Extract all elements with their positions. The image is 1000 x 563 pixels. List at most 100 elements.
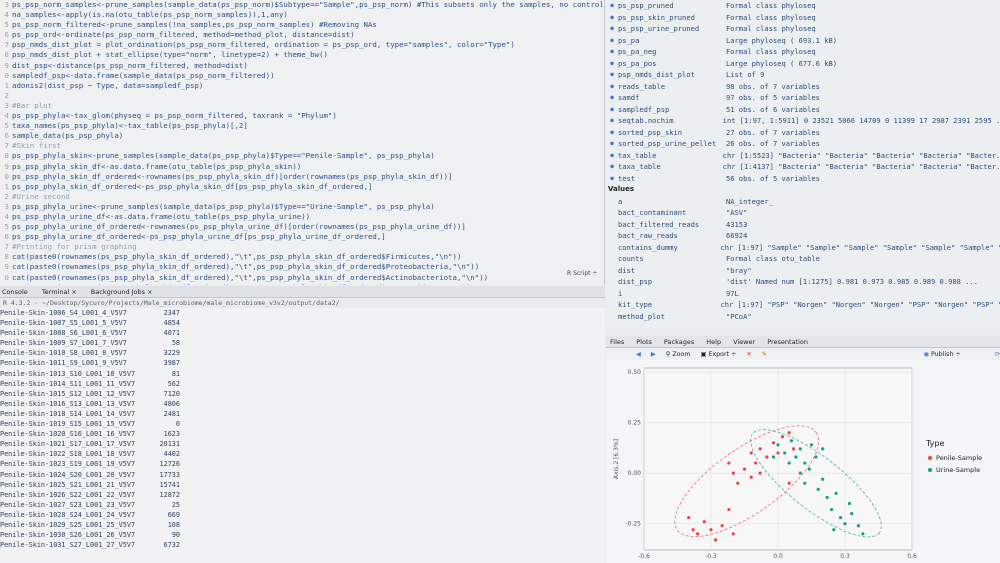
export-button[interactable]: ▣ Export ÷ xyxy=(700,351,736,358)
expand-object-icon[interactable]: ● xyxy=(606,138,618,150)
tab-plots[interactable]: Plots xyxy=(636,338,652,346)
environment-row[interactable]: dist_psp 'dist' Named num [1:1275] 0.981 … xyxy=(606,276,1000,288)
expand-object-icon[interactable]: ● xyxy=(606,69,618,81)
environment-row[interactable]: bact_filtered_reads 43153 xyxy=(606,219,1000,231)
code-line: 6 sample_data(ps_psp_phyla) xyxy=(0,131,604,141)
code-line: 5 ps_psp_norm_filtered<-prune_samples(!na… xyxy=(0,20,604,30)
expand-object-icon[interactable]: ● xyxy=(606,81,618,93)
environment-row[interactable]: i 97L xyxy=(606,288,1000,300)
line-number: 4 xyxy=(4,10,9,20)
back-arrow-icon[interactable]: ◀ xyxy=(636,351,641,358)
expand-object-icon[interactable]: ● xyxy=(606,92,618,104)
expand-object-icon[interactable]: ● xyxy=(606,58,618,70)
sample-count: 3229 xyxy=(163,349,180,358)
tab-help[interactable]: Help xyxy=(706,338,721,346)
environment-row[interactable]: ● taxa_table chr [1:4137] "Bacteria" "Bact… xyxy=(606,161,1000,173)
broom-icon[interactable]: ✎ xyxy=(762,351,767,358)
script-type-label[interactable]: R Script ÷ xyxy=(567,270,597,277)
console-row: Penile-Skin-1019_S15_L001_15_V5V7 0 xyxy=(0,419,605,429)
data-point xyxy=(736,481,740,485)
environment-row[interactable]: ● ps_psp_skin_pruned Formal class phyloseq xyxy=(606,12,1000,24)
refresh-icon[interactable]: ⟳ xyxy=(995,351,1000,358)
environment-row[interactable]: ● samdf 97 obs. of 5 variables xyxy=(606,92,1000,104)
environment-pane: ● ps_psp_pruned Formal class phyloseq ● ps_p… xyxy=(606,0,1000,328)
environment-row[interactable]: kit_type chr [1:97] "PSP" "Norgen" "Norge… xyxy=(606,299,1000,311)
publish-button[interactable]: ◉ Publish ÷ xyxy=(923,351,960,358)
console-row: Penile-Skin-1029_S25_L001_25_V5V7 108 xyxy=(0,520,605,530)
environment-row[interactable]: ● reads_table 98 obs. of 7 variables xyxy=(606,81,1000,93)
environment-row[interactable]: ● ps_pa Large phyloseq ( 693.1 kB) xyxy=(606,35,1000,47)
environment-row[interactable]: ● ps_pa_pos Large phyloseq ( 677.6 kB) xyxy=(606,58,1000,70)
object-value: chr [1:97] "PSP" "Norgen" "Norgen" "Norg… xyxy=(720,300,1000,309)
environment-row[interactable]: ● test 56 obs. of 5 variables xyxy=(606,173,1000,185)
expand-object-icon[interactable]: ● xyxy=(606,0,618,12)
console-row: Penile-Skin-1009_S7_L001_7_V5V7 58 xyxy=(0,338,605,348)
forward-arrow-icon[interactable]: ▶ xyxy=(651,351,656,358)
code-text: ps_psp_phyla_skin<-prune_samples(sample_… xyxy=(12,151,435,161)
zoom-button[interactable]: ⚲ Zoom xyxy=(666,351,691,358)
environment-row[interactable]: dist "bray" xyxy=(606,265,1000,277)
code-line: 2 xyxy=(0,91,604,101)
value-spacer xyxy=(606,196,618,208)
environment-row[interactable]: ● sorted_psp_skin 27 obs. of 7 variables xyxy=(606,127,1000,139)
environment-row[interactable]: a NA_integer_ xyxy=(606,196,1000,208)
expand-object-icon[interactable]: ● xyxy=(606,46,618,58)
environment-row[interactable]: ● ps_pa_neg Formal class phyloseq xyxy=(606,46,1000,58)
environment-row[interactable]: method_plot "PCoA" xyxy=(606,311,1000,323)
code-line: 6 ps_psp_phyla_urine_df_ordered<-ps_psp_p… xyxy=(0,232,604,242)
object-name: psp_nmds_dist_plot xyxy=(618,70,695,79)
tab-presentation[interactable]: Presentation xyxy=(767,338,808,346)
object-value: 66924 xyxy=(726,231,748,240)
environment-row[interactable]: contains_dummy chr [1:97] "Sample" "Sampl… xyxy=(606,242,1000,254)
line-number: 8 xyxy=(4,50,9,60)
environment-row[interactable]: ● ps_psp_urine_pruned Formal class phylose… xyxy=(606,23,1000,35)
expand-object-icon[interactable]: ● xyxy=(606,23,618,35)
tab-packages[interactable]: Packages xyxy=(664,338,694,346)
expand-object-icon[interactable]: ● xyxy=(606,161,618,173)
code-text: ps_psp_phyla_urine_df<-as.data.frame(otu… xyxy=(12,211,311,221)
tab-terminal[interactable]: Terminal × xyxy=(42,288,77,296)
tab-background-jobs[interactable]: Background Jobs × xyxy=(91,288,153,296)
console-row: Penile-Skin-1015_S12_L001_12_V5V7 7120 xyxy=(0,389,605,399)
code-text: cat(paste0(rownames(ps_psp_phyla_skin_df… xyxy=(12,283,470,285)
environment-row[interactable]: ● sorted_psp_urine_pellet 26 obs. of 7 var… xyxy=(606,138,1000,150)
environment-row[interactable]: counts Formal class otu_table xyxy=(606,253,1000,265)
code-text: ps_psp_ord<-ordinate(ps_psp_norm_filtere… xyxy=(12,30,355,40)
tab-console[interactable]: Console xyxy=(2,288,28,296)
sample-count: 7120 xyxy=(163,389,180,398)
expand-object-icon[interactable]: ● xyxy=(606,150,618,162)
sample-count: 669 xyxy=(167,510,180,519)
console-row: Penile-Skin-1014_S11_L001_11_V5V7 562 xyxy=(0,379,605,389)
expand-object-icon[interactable]: ● xyxy=(606,173,618,185)
code-line: 0 ps_psp_phyla_skin_df_ordered<-rownames(… xyxy=(0,172,604,182)
object-value: Formal class phyloseq xyxy=(726,24,816,33)
object-name: ps_pa_neg xyxy=(618,47,657,56)
environment-row[interactable]: ● sampledf_psp 51 obs. of 6 variables xyxy=(606,104,1000,116)
expand-object-icon[interactable]: ● xyxy=(606,12,618,24)
data-point xyxy=(758,471,762,475)
data-point xyxy=(856,524,860,528)
console-output[interactable]: Penile-Skin-1006_S4_L001_4_V5V7 2347 Penil… xyxy=(0,308,605,563)
code-line: 3 ps_psp_phyla_urine<-prune_samples(sampl… xyxy=(0,202,604,212)
tab-files[interactable]: Files xyxy=(610,338,624,346)
environment-row[interactable]: ● ps_psp_pruned Formal class phyloseq xyxy=(606,0,1000,12)
expand-object-icon[interactable]: ● xyxy=(606,127,618,139)
environment-row[interactable]: bact_contaminant "ASV" xyxy=(606,207,1000,219)
code-text: #Printing for prism graphing xyxy=(12,242,137,252)
data-point xyxy=(709,528,713,532)
code-line: 7 #Printing for prism graphing xyxy=(0,242,604,252)
remove-plot-icon[interactable]: ✕ xyxy=(746,351,751,358)
script-editor[interactable]: 3 ps_psp_norm_samples<-prune_samples(samp… xyxy=(0,0,605,285)
object-value: chr [1:97] "Sample" "Sample" "Sample" "S… xyxy=(720,242,1000,252)
expand-object-icon[interactable]: ● xyxy=(606,115,618,127)
environment-row[interactable]: bact_raw_reads 66924 xyxy=(606,230,1000,242)
expand-object-icon[interactable]: ● xyxy=(606,35,618,47)
tab-viewer[interactable]: Viewer xyxy=(733,338,755,346)
value-spacer xyxy=(606,253,618,265)
environment-row[interactable]: ● psp_nmds_dist_plot List of 9 xyxy=(606,69,1000,81)
expand-object-icon[interactable]: ● xyxy=(606,104,618,116)
data-point xyxy=(807,467,811,471)
environment-row[interactable]: ● seqtab.nochim int [1:97, 1:5911] 0 23521… xyxy=(606,115,1000,127)
sample-name: Penile-Skin-1021_S17_L001_17_V5V7 xyxy=(0,440,136,449)
environment-row[interactable]: ● tax_table chr [1:5523] "Bacteria" "Bacte… xyxy=(606,150,1000,162)
